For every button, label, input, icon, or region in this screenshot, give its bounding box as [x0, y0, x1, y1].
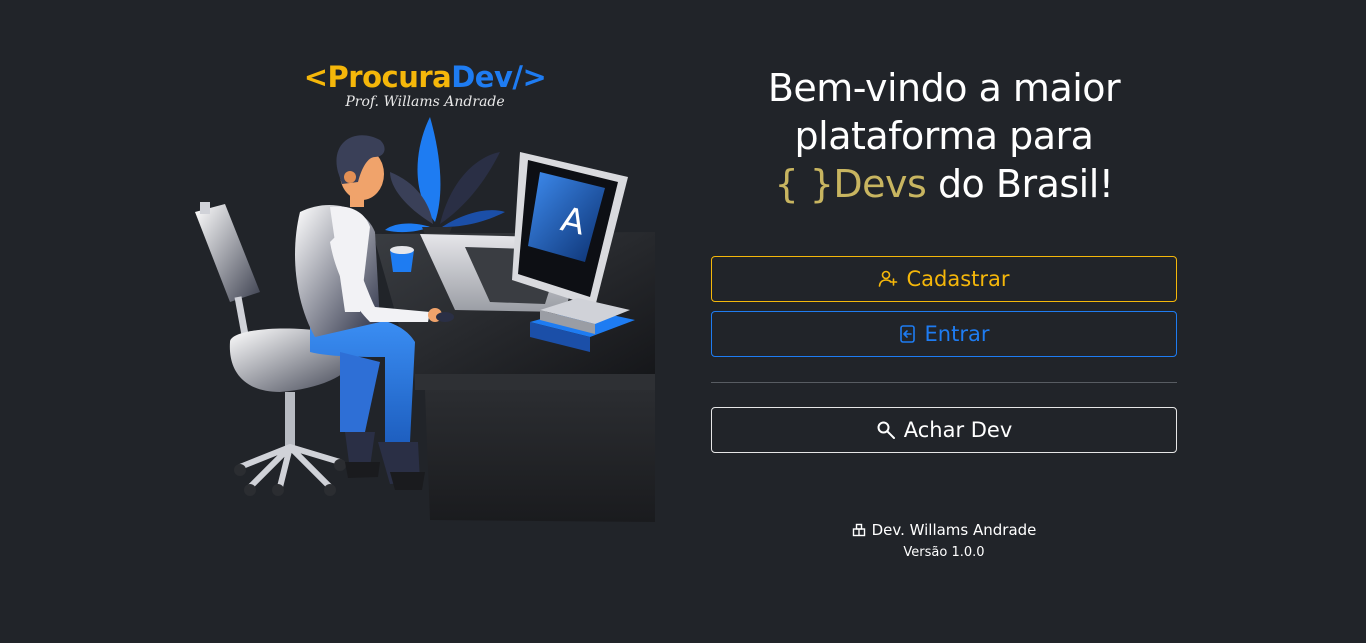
brand: <ProcuraDev/> Prof. Willams Andrade [300, 58, 550, 110]
brand-subtitle: Prof. Willams Andrade [345, 94, 505, 110]
footer: Dev. Willams Andrade Versão 1.0.0 [711, 520, 1177, 560]
welcome-heading: Bem-vindo a maior plataforma para { }Dev… [711, 64, 1177, 208]
find-dev-label: Achar Dev [903, 418, 1013, 442]
developer-illustration: A [195, 117, 655, 522]
signup-button[interactable]: Cadastrar [711, 256, 1177, 302]
login-label: Entrar [924, 322, 990, 346]
search-icon [877, 421, 895, 439]
user-plus-icon [879, 270, 898, 287]
find-dev-button[interactable]: Achar Dev [711, 407, 1177, 453]
brand-logo: <ProcuraDev/> [300, 58, 550, 96]
developer-credit: Dev. Willams Andrade [711, 520, 1177, 540]
login-button[interactable]: Entrar [711, 311, 1177, 357]
logo-close-bracket: /> [512, 60, 547, 94]
welcome-devs: Devs [833, 162, 927, 206]
plant [385, 117, 505, 237]
welcome-braces: { } [774, 162, 834, 206]
login-icon [899, 325, 915, 343]
cup [390, 246, 414, 272]
signup-label: Cadastrar [906, 267, 1010, 291]
developer-name: Dev. Willams Andrade [871, 521, 1037, 539]
logo-name-part1: Procura [327, 60, 452, 94]
welcome-line-3: { }Devs do Brasil! [711, 160, 1177, 208]
building-icon [852, 523, 865, 537]
landing-page: <ProcuraDev/> Prof. Willams Andrade A Be… [0, 0, 1366, 643]
welcome-line-1: Bem-vindo a maior [767, 66, 1121, 110]
divider [711, 382, 1177, 383]
welcome-line-2: plataforma para [794, 114, 1094, 158]
app-version: Versão 1.0.0 [903, 545, 985, 560]
logo-name-part2: Dev [451, 60, 513, 94]
welcome-line-3-rest: do Brasil! [926, 162, 1114, 206]
laptop: A [420, 152, 628, 312]
logo-open-bracket: < [303, 60, 328, 94]
